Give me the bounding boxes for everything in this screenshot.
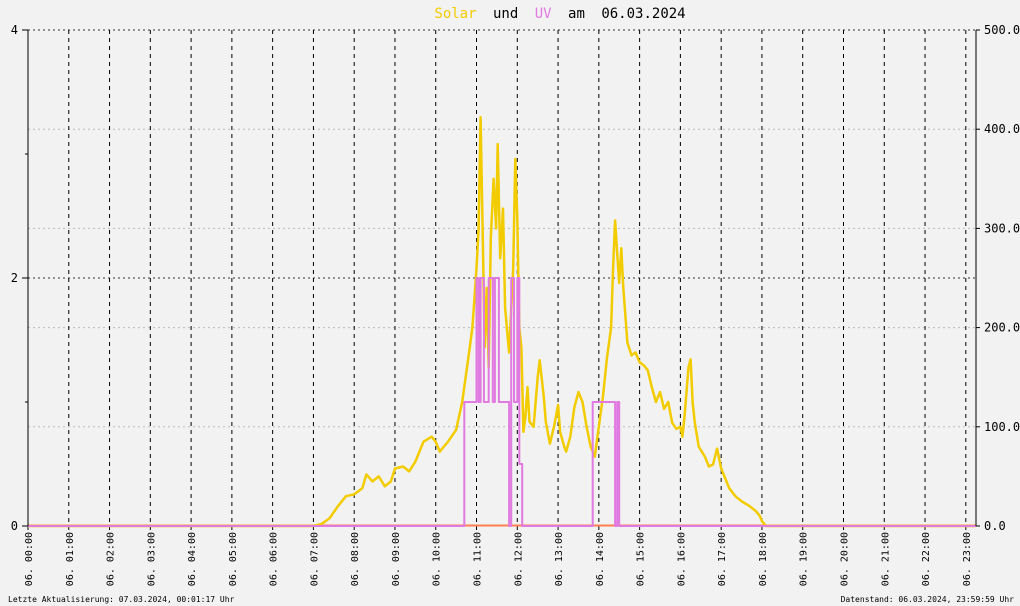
- right-tick-label: 100.0: [984, 420, 1020, 434]
- title-date: 06.03.2024: [601, 6, 685, 22]
- x-tick-label: 06. 20:00: [839, 532, 850, 586]
- title-solar: Solar: [434, 6, 476, 22]
- x-tick-label: 06. 04:00: [187, 532, 198, 586]
- x-tick-label: 06. 22:00: [921, 532, 932, 586]
- x-tick-label: 06. 11:00: [473, 532, 484, 586]
- chart-title: Solar und UV am 06.03.2024: [434, 6, 685, 22]
- x-tick-label: 06. 08:00: [350, 532, 361, 586]
- x-tick-label: 06. 16:00: [676, 532, 687, 586]
- x-tick-label: 06. 12:00: [513, 532, 524, 586]
- x-tick-label: 06. 06:00: [269, 532, 280, 586]
- x-tick-label: 06. 14:00: [595, 532, 606, 586]
- x-tick-label: 06. 21:00: [880, 532, 891, 586]
- x-tick-label: 06. 00:00: [24, 532, 35, 586]
- x-tick-label: 06. 10:00: [432, 532, 443, 586]
- left-tick-label: 4: [11, 23, 18, 37]
- x-tick-label: 06. 15:00: [636, 532, 647, 586]
- x-tick-label: 06. 01:00: [65, 532, 76, 586]
- x-tick-label: 06. 17:00: [717, 532, 728, 586]
- title-am: am: [568, 6, 585, 22]
- x-tick-label: 06. 03:00: [146, 532, 157, 586]
- x-tick-label: 06. 18:00: [758, 532, 769, 586]
- x-tick-label: 06. 19:00: [799, 532, 810, 586]
- x-tick-label: 06. 07:00: [309, 532, 320, 586]
- left-tick-label: 0: [11, 519, 18, 533]
- solar-uv-chart: 0 2 4 0.0 100.0 200.0 300.0 400.0 500.0 06. 00:…: [0, 0, 1020, 606]
- x-tick-label: 06. 09:00: [391, 532, 402, 586]
- right-tick-label: 500.0: [984, 23, 1020, 37]
- x-tick-label: 06. 02:00: [106, 532, 117, 586]
- right-tick-label: 0.0: [984, 519, 1006, 533]
- title-uv: UV: [535, 6, 552, 22]
- data-status-text: Datenstand: 06.03.2024, 23:59:59 Uhr: [840, 595, 1014, 604]
- x-tick-label: 06. 13:00: [554, 532, 565, 586]
- left-tick-label: 2: [11, 271, 18, 285]
- right-tick-label: 200.0: [984, 321, 1020, 335]
- x-tick-label: 06. 23:00: [962, 532, 973, 586]
- last-update-text: Letzte Aktualisierung: 07.03.2024, 00:01…: [8, 595, 235, 604]
- x-tick-label: 06. 05:00: [228, 532, 239, 586]
- title-und: und: [493, 6, 518, 22]
- right-tick-label: 400.0: [984, 122, 1020, 136]
- right-tick-label: 300.0: [984, 221, 1020, 235]
